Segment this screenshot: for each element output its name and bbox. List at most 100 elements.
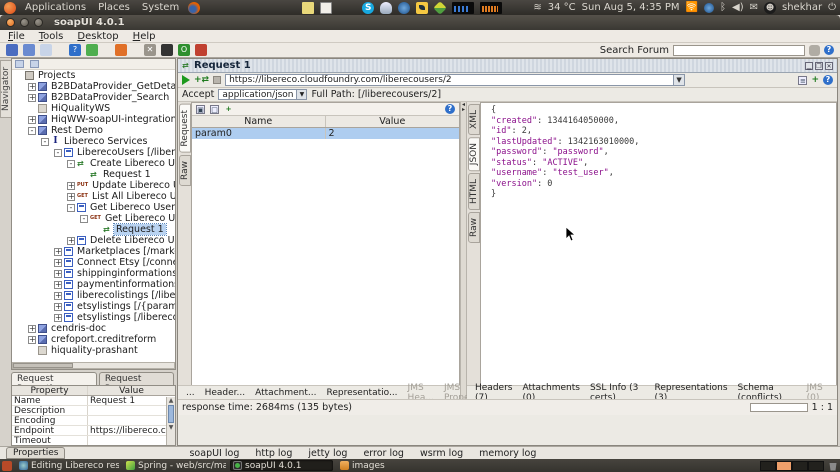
thunderbird-tray-icon[interactable] [416,2,428,14]
proxy-icon[interactable] [161,44,173,56]
add-icon[interactable]: + [811,75,819,85]
expand-all-icon[interactable] [30,60,39,68]
tree-horizontal-scrollbar[interactable] [12,362,175,369]
import-project-icon[interactable] [23,44,35,56]
tree-expander-icon[interactable]: + [67,237,75,245]
property-value[interactable] [88,406,175,415]
tree-expander-icon[interactable]: + [54,303,62,311]
property-row[interactable]: NameRequest 1 [12,396,175,406]
log-tab-jetty[interactable]: jetty log [308,448,347,459]
menu-help[interactable]: Help [133,31,156,42]
param-row[interactable]: param02 [192,128,459,139]
tree-expander-icon[interactable]: + [67,182,75,190]
tree-item[interactable]: +GETList All Libereco Users [12,191,175,202]
tree-item[interactable]: -Get Libereco User [/liberecousers [12,202,175,213]
update-tray-icon[interactable] [433,1,447,15]
notes-tray-icon[interactable] [302,2,314,14]
menu-file[interactable]: File [8,31,25,42]
tree-expander-icon[interactable]: - [67,204,75,212]
tree-expander-icon[interactable]: + [28,94,36,102]
tree-item[interactable]: +paymentinformations [/liberecolisting [12,279,175,290]
close-button[interactable] [6,18,15,27]
taskbar-item[interactable]: Editing Libereco rest ... [16,460,119,471]
property-value[interactable]: Request 1 [88,396,175,405]
tree-item[interactable]: +cendris-doc [12,323,175,334]
tree-expander-icon[interactable]: + [28,325,36,333]
workspace-4[interactable] [808,461,824,471]
collapse-all-icon[interactable] [15,60,24,68]
tree-expander-icon[interactable]: + [54,248,62,256]
power-icon[interactable]: ⏻ [828,2,836,13]
tab-request-params[interactable]: Request Params [99,372,174,385]
tree-expander-icon[interactable]: + [28,336,36,344]
forum-browser-icon[interactable] [809,45,820,56]
tree-expander-icon[interactable]: - [54,149,62,157]
property-row[interactable]: Description [12,406,175,416]
system-monitor-cpu-icon[interactable] [452,2,474,14]
tree-item[interactable]: -Rest Demo [12,125,175,136]
tree-item[interactable]: +HiqWW-soapUI-integration-test [12,114,175,125]
volume-icon[interactable]: ◀) [732,2,744,13]
request-help-icon[interactable]: ? [823,75,833,85]
tree-item[interactable]: +B2BDataProvider_Search [12,92,175,103]
loadui-icon[interactable]: O [178,44,190,56]
tab-header-[interactable]: Header... [205,388,246,398]
tree-item[interactable]: -ILibereco Services [12,136,175,147]
tree-item[interactable]: -LiberecoUsers [/liberecousers] [12,147,175,158]
param-value[interactable]: 2 [326,128,460,139]
tree-item[interactable]: +PUTUpdate Libereco User [12,180,175,191]
create-empty-icon[interactable]: ≡ [798,76,807,85]
exit-icon[interactable] [195,44,207,56]
system-monitor-net-icon[interactable] [480,2,502,14]
trial-icon[interactable] [86,44,98,56]
param-help-icon[interactable]: ? [445,104,455,114]
username-label[interactable]: shekhar [782,2,822,13]
preferences-icon[interactable]: ✕ [144,44,156,56]
tree-item[interactable]: +Delete Libereco User [/liberecous [12,235,175,246]
collapse-right-icon[interactable]: ▸ [461,107,466,112]
maximize-button[interactable] [34,18,43,27]
log-tab-memory[interactable]: memory log [479,448,536,459]
weather-tray-icon[interactable] [380,2,392,14]
tab-request[interactable]: Request [179,104,191,153]
tree-item[interactable]: -GETGet Libereco User [12,213,175,224]
property-value[interactable]: https://libereco.clo... [88,426,175,435]
tab-raw[interactable]: Raw [179,155,191,186]
bluetooth-icon[interactable]: ᛒ [720,2,726,13]
accept-combobox[interactable]: application/json ▼ [218,89,307,100]
add-to-testcase-icon[interactable]: +⇄ [194,75,209,85]
trash-icon[interactable] [828,461,838,471]
tree-item[interactable]: HiQualityWS [12,103,175,114]
property-value[interactable] [88,436,175,445]
tree-expander-icon[interactable]: + [28,83,36,91]
accept-dropdown-icon[interactable]: ▼ [296,90,306,99]
tree-expander-icon[interactable]: - [67,160,75,168]
system-menu[interactable]: System [139,2,182,13]
tree-expander-icon[interactable]: - [41,138,49,146]
user-avatar[interactable]: ☻ [764,2,776,14]
property-value[interactable] [88,416,175,425]
mail-icon[interactable]: ✉ [750,2,758,13]
tree-item[interactable]: ⇄Request 1 [12,224,175,235]
tree-expander-icon[interactable]: + [67,193,75,201]
pane-splitter[interactable]: ◂ ▸ [460,102,467,415]
network-icon[interactable] [704,3,714,13]
workspace-3[interactable] [792,461,808,471]
taskbar-item[interactable]: Spring - web/src/main... [123,460,226,471]
log-tab-error[interactable]: error log [363,448,404,459]
tab-request-properties[interactable]: Request Properties [11,372,97,385]
property-row[interactable]: Endpointhttps://libereco.clo... [12,426,175,436]
clock-label[interactable]: Sun Aug 5, 4:35 PM [582,2,680,13]
endpoint-combobox[interactable]: https://libereco.cloudfoundry.com/libere… [225,74,685,86]
tree-item[interactable]: +liberecolistings [/liberecolistings] [12,290,175,301]
tree-item[interactable]: +shippinginformations [/liberecolisting [12,268,175,279]
new-project-icon[interactable] [6,44,18,56]
properties-scrollbar[interactable]: ▲▼ [166,397,175,445]
forum-icon[interactable]: ? [69,44,81,56]
tree-expander-icon[interactable]: + [54,292,62,300]
help-icon[interactable]: ? [824,45,834,55]
log-tab-soapUI[interactable]: soapUI log [189,448,239,459]
properties-bottom-tab[interactable]: Properties [6,447,65,459]
add-param-icon[interactable]: + [224,105,233,114]
taskbar-item[interactable]: soapUI 4.0.1 [230,460,333,471]
